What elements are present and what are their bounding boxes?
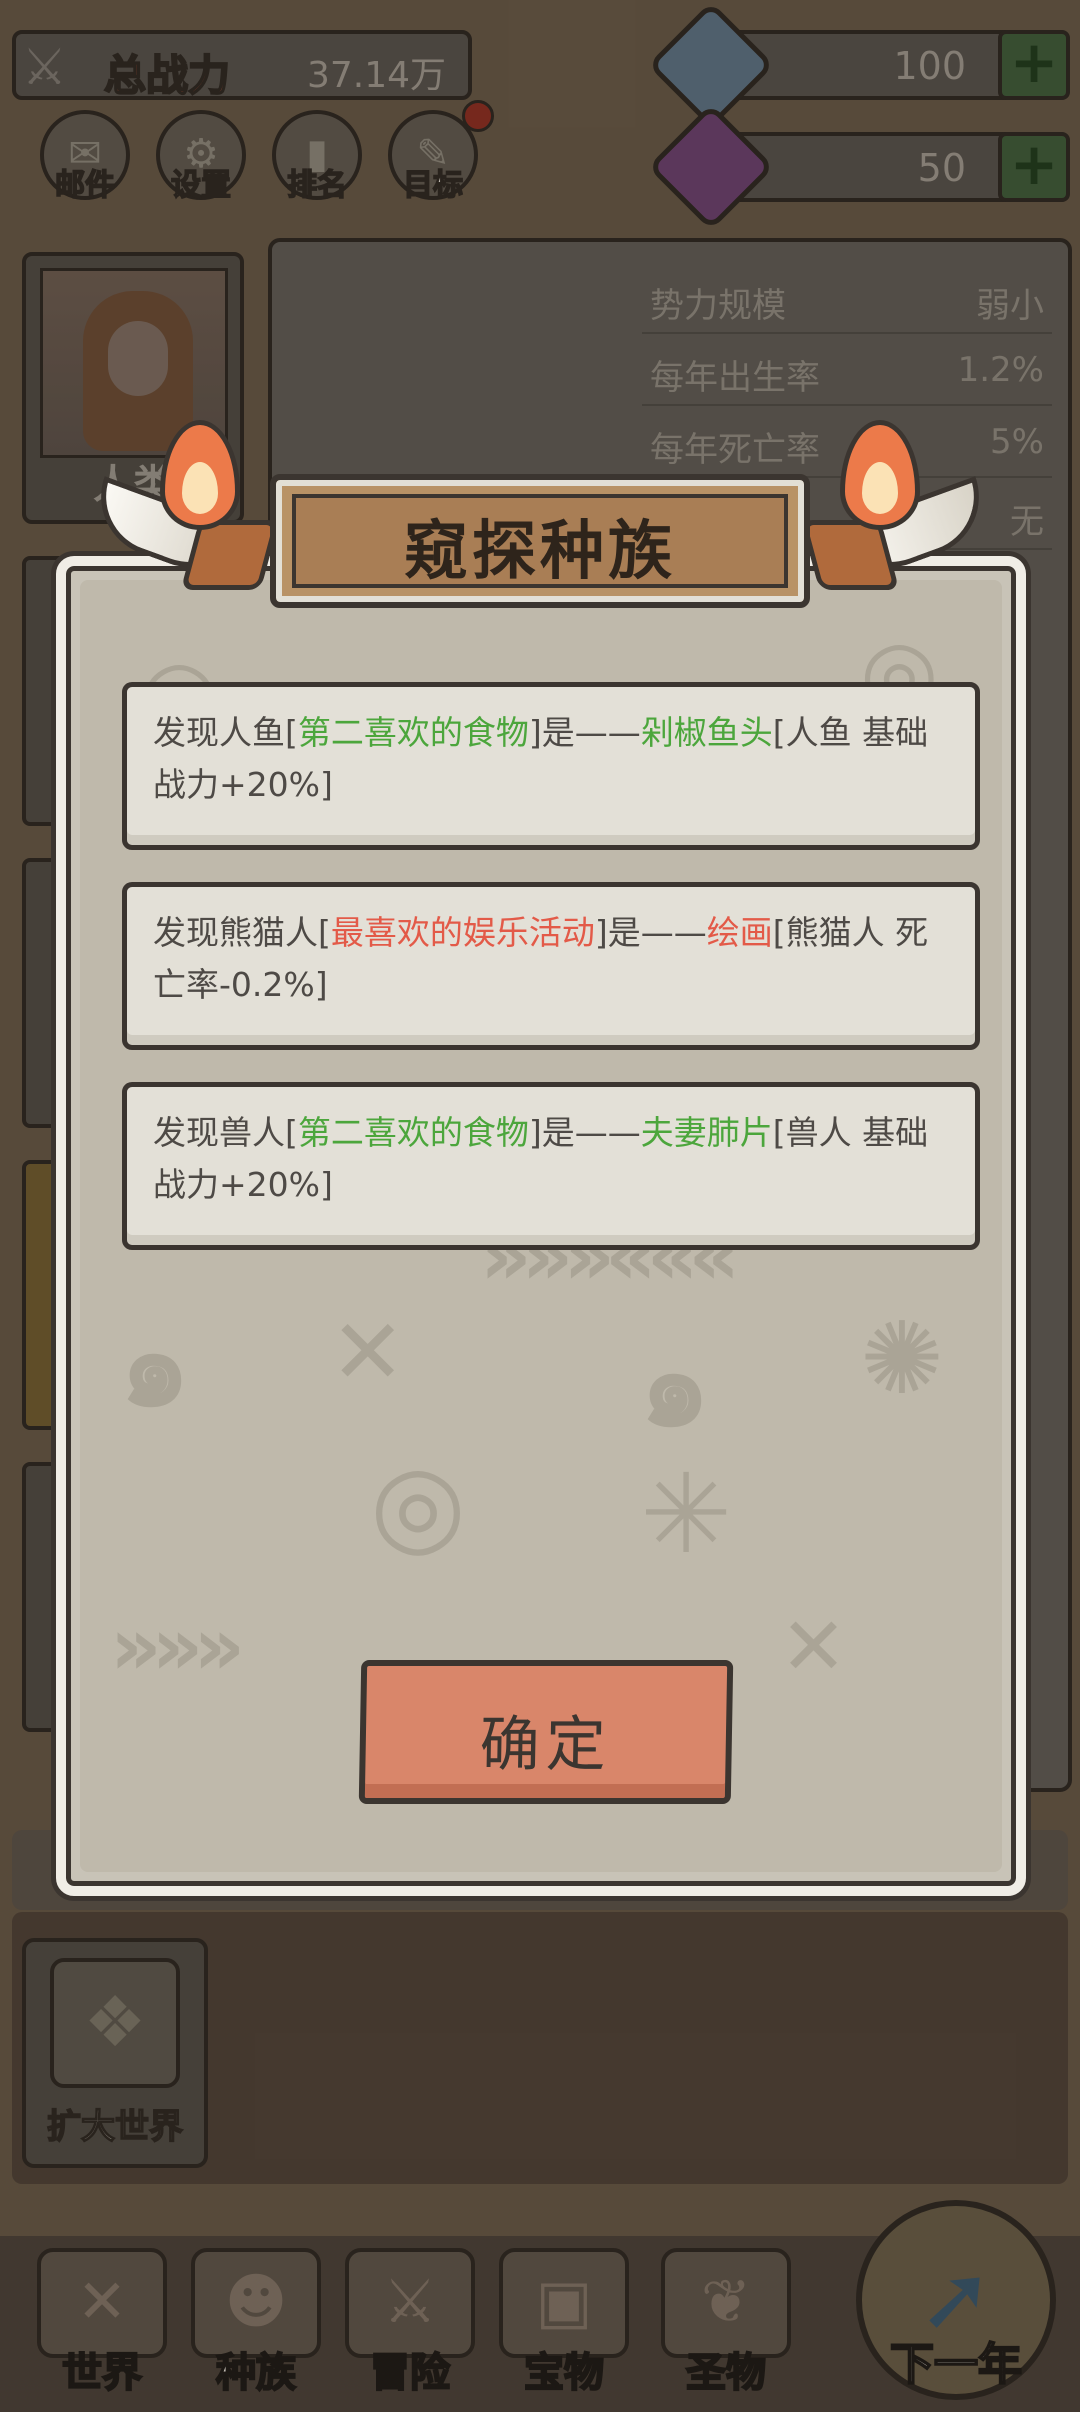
message-highlight: 最喜欢的娱乐活动 xyxy=(330,913,595,952)
decor-sun-icon: ✺ xyxy=(860,1300,944,1417)
decor-arrows-icon: »»» xyxy=(110,1600,245,1693)
message-part: 发现兽人[ xyxy=(153,1113,298,1152)
confirm-label: 确定 xyxy=(479,1710,613,1780)
discovery-message: 发现人鱼[第二喜欢的食物]是——剁椒鱼头[人鱼 基础战力+20%] xyxy=(122,682,980,850)
message-highlight: 绘画 xyxy=(706,913,773,952)
message-part: ]是—— xyxy=(594,913,707,952)
discovery-message: 发现熊猫人[最喜欢的娱乐活动]是——绘画[熊猫人 死亡率-0.2%] xyxy=(122,882,980,1050)
message-text: 发现熊猫人[最喜欢的娱乐活动]是——绘画[熊猫人 死亡率-0.2%] xyxy=(153,907,953,1011)
dialog-title: 窥探种族 xyxy=(404,515,676,589)
spy-race-dialog: ◎ ◎ ๑ ✕ ๑ ✺ »»»««« ◎ ✳ »»» ✕ 发现人鱼[第二喜欢的食… xyxy=(56,556,1026,1896)
discovery-message: 发现兽人[第二喜欢的食物]是——夫妻肺片[兽人 基础战力+20%] xyxy=(122,1082,980,1250)
decor-swirl-icon: ๑ xyxy=(640,1323,710,1451)
flame-icon xyxy=(840,420,920,530)
message-highlight: 第二喜欢的食物 xyxy=(297,713,529,752)
title-plate: 窥探种族 xyxy=(270,474,810,608)
message-text: 发现兽人[第二喜欢的食物]是——夫妻肺片[兽人 基础战力+20%] xyxy=(153,1107,953,1211)
message-highlight: 夫妻肺片 xyxy=(640,1113,773,1152)
decor-cross-icon: ✕ xyxy=(780,1600,848,1693)
decor-swirl-icon: ◎ xyxy=(370,1440,466,1568)
decor-swirl-icon: ๑ xyxy=(120,1303,190,1431)
message-highlight: 剁椒鱼头 xyxy=(640,713,773,752)
decor-cross-icon: ✕ xyxy=(330,1300,406,1405)
message-part: 发现人鱼[ xyxy=(153,713,298,752)
confirm-button[interactable]: 确定 xyxy=(358,1660,734,1804)
dialog-title-banner: 窥探种族 xyxy=(84,420,996,640)
message-part: 发现熊猫人[ xyxy=(153,913,331,952)
decor-star-icon: ✳ xyxy=(640,1450,733,1578)
message-part: ]是—— xyxy=(528,713,641,752)
horn-mount-left xyxy=(180,520,280,590)
message-part: ]是—— xyxy=(528,1113,641,1152)
flame-icon xyxy=(160,420,240,530)
message-text: 发现人鱼[第二喜欢的食物]是——剁椒鱼头[人鱼 基础战力+20%] xyxy=(153,707,953,811)
message-highlight: 第二喜欢的食物 xyxy=(297,1113,529,1152)
